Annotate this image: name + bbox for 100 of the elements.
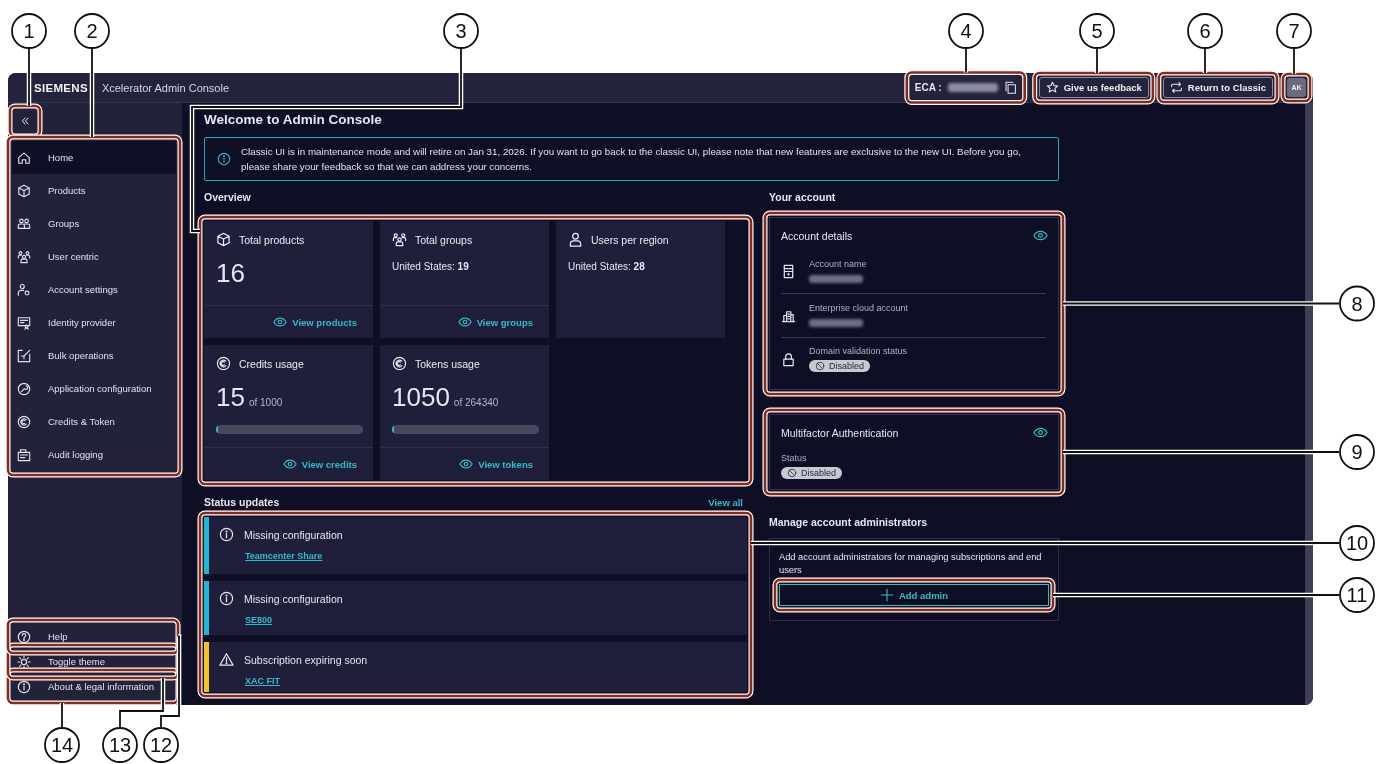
callout-number: 7 (1276, 13, 1312, 49)
callout-number: 14 (44, 727, 80, 763)
coin-icon (216, 356, 231, 371)
section-heading: Status updates (204, 496, 280, 508)
server-icon (781, 263, 796, 279)
copy-button[interactable] (1003, 81, 1017, 94)
sidebar-item[interactable]: Audit logging (12, 438, 176, 471)
card-title: Users per region (591, 233, 669, 246)
sidebar-item[interactable]: Bulk operations (12, 339, 176, 372)
sidebar-item[interactable]: Account settings (12, 273, 176, 306)
leader-line (59, 702, 65, 728)
callout-number: 2 (74, 13, 110, 49)
page-title: Welcome to Admin Console (204, 112, 383, 127)
view-link[interactable]: View credits (282, 457, 357, 471)
home-icon (17, 150, 31, 165)
import-icon (17, 348, 31, 363)
return-to-classic-button[interactable]: Return to Classic (1162, 77, 1273, 98)
double-chevron-icon (19, 115, 31, 127)
info-icon (219, 527, 234, 542)
status-title: Subscription expiring soon (244, 653, 368, 666)
window-title: Xcelerator Admin Console (101, 81, 230, 94)
eye-icon (457, 315, 472, 329)
view-link[interactable]: View tokens (459, 457, 533, 471)
help-icon (17, 629, 31, 644)
stat-detail: United States: 19 (392, 261, 470, 272)
card-title: Multifactor Authentication (781, 426, 899, 439)
leader-line (963, 47, 969, 74)
section-heading: Manage account administrators (769, 516, 929, 528)
person-icon (568, 232, 583, 247)
card-title: Total groups (415, 233, 473, 246)
sidebar-item[interactable]: Credits & Token (12, 405, 176, 438)
callout-number: 3 (443, 13, 479, 49)
status-link[interactable]: XAC FIT (245, 676, 368, 686)
callout-number: 10 (1339, 525, 1375, 561)
banner-text: Classic UI is in maintenance mode and will retire on Jan 31, 2026. If you want to go back to the classic UI, please note that new features are exclusive to the new UI. Before you go, please share your feedback so that we can address your concerns. (241, 145, 1022, 174)
redacted-value (809, 275, 863, 283)
card-title: Total products (239, 233, 305, 246)
sun-icon (17, 654, 31, 669)
view-all-link[interactable]: View all (708, 496, 743, 508)
sidebar-item[interactable]: Application configuration (12, 372, 176, 405)
sidebar-item[interactable]: User centric (12, 240, 176, 273)
section-heading: Overview (204, 191, 252, 203)
sidebar-item[interactable]: Identity provider (12, 306, 176, 339)
log-icon (17, 447, 31, 462)
users-icon (17, 249, 31, 264)
sidebar-item[interactable]: Groups (12, 207, 176, 240)
card-title: Credits usage (239, 357, 304, 370)
info-icon (17, 679, 31, 694)
eye-icon (459, 457, 474, 471)
brand-logo: SIEMENS (34, 81, 88, 94)
eye-icon (282, 457, 297, 471)
eca-label: ECA : (914, 82, 942, 93)
status-title: Missing configuration (244, 592, 343, 605)
callout-number: 8 (1339, 285, 1375, 322)
swap-icon (1169, 81, 1183, 94)
box-icon (17, 183, 31, 198)
field-label: Account name (809, 259, 867, 269)
status-link[interactable]: SE800 (245, 615, 343, 625)
admins-text: Add account administrators for managing subscriptions and end users (779, 551, 1043, 577)
view-link[interactable]: View groups (457, 315, 533, 329)
coin-icon (392, 356, 407, 371)
card-title: Tokens usage (415, 357, 480, 370)
callout-number: 6 (1187, 13, 1223, 49)
stat-detail: United States: 28 (568, 261, 646, 272)
info-icon (219, 591, 234, 606)
groups-icon (17, 216, 31, 231)
field-label: Domain validation status (809, 346, 908, 356)
add-admin-button[interactable]: Add admin (779, 584, 1049, 606)
status-badge: Disabled (781, 467, 843, 479)
field-label: Status (781, 453, 808, 463)
plus-icon (879, 588, 894, 602)
callout-number: 4 (948, 13, 984, 49)
redacted-value (809, 319, 863, 327)
sidebar-item[interactable]: Home (12, 141, 176, 174)
show-button[interactable] (1033, 425, 1048, 440)
callout-number: 13 (102, 727, 138, 763)
status-link[interactable]: Teamcenter Share (245, 551, 343, 561)
section-heading: Your account (769, 191, 837, 203)
id-icon (17, 315, 31, 330)
eye-icon (1033, 228, 1048, 243)
stat-value: 16 (216, 259, 246, 287)
users-icon (392, 232, 407, 247)
status-badge: Disabled (809, 360, 871, 372)
info-icon (217, 152, 231, 166)
callout-number: 9 (1339, 434, 1375, 470)
eye-icon (1033, 425, 1048, 440)
usergear-icon (17, 282, 31, 297)
coin-icon (17, 414, 31, 429)
show-button[interactable] (1033, 228, 1048, 243)
card-title: Account details (781, 229, 853, 242)
feedback-button[interactable]: Give us feedback (1038, 77, 1149, 98)
callout-number: 5 (1079, 13, 1115, 49)
field-label: Enterprise cloud account (809, 303, 909, 313)
view-link[interactable]: View products (273, 315, 357, 329)
box-icon (216, 232, 231, 247)
star-icon (1045, 81, 1059, 94)
stat-total: of 264340 (453, 397, 499, 408)
eye-icon (273, 315, 288, 329)
sidebar-item[interactable]: Products (12, 174, 176, 207)
callout-number: 11 (1339, 577, 1375, 613)
